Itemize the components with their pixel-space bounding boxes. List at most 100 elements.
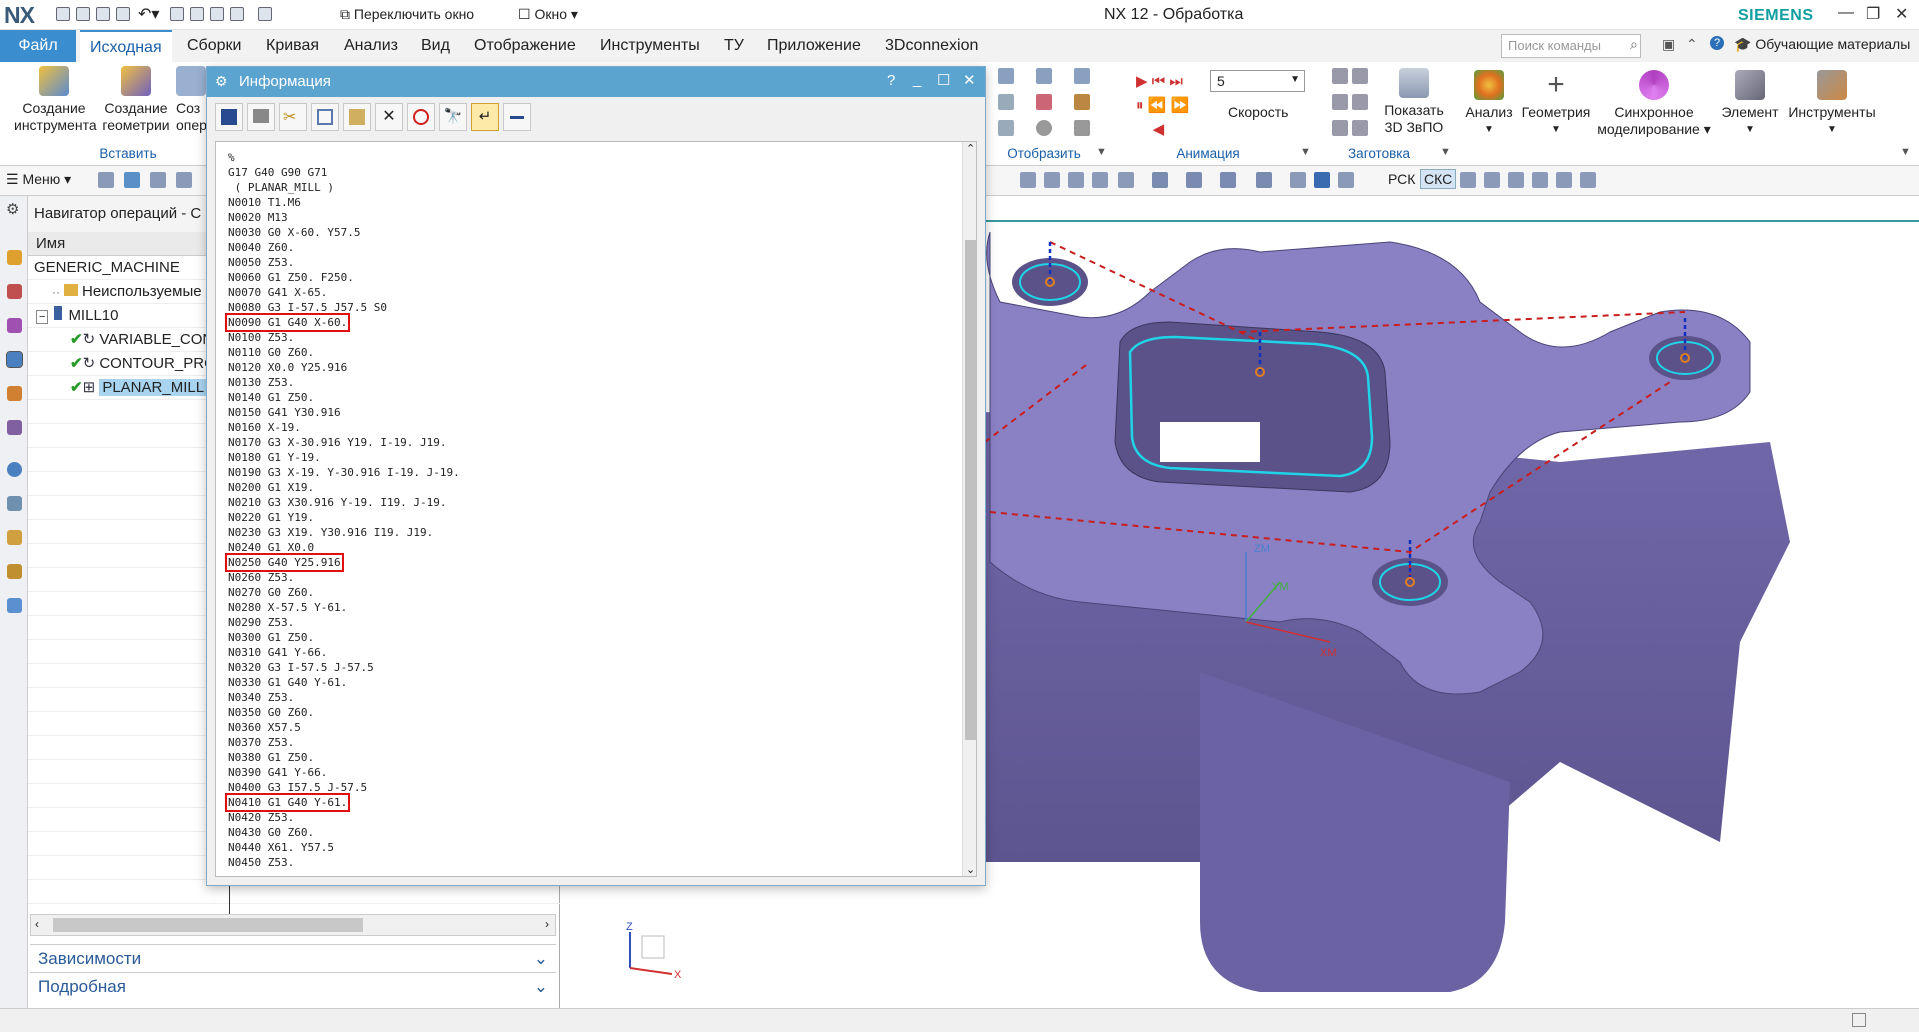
show-3d-ipw-button[interactable]: Показать 3D ЗвПО — [1374, 68, 1454, 136]
selection-mode-icon[interactable] — [150, 172, 166, 188]
blank-icon-1[interactable] — [1332, 68, 1348, 84]
info-find-button[interactable]: 🔭 — [439, 103, 467, 131]
view-pan-icon[interactable] — [1092, 172, 1108, 188]
resource-roles-icon[interactable] — [7, 420, 22, 435]
blank-icon-5[interactable] — [1332, 120, 1348, 136]
tab-tu[interactable]: ТУ — [724, 30, 744, 62]
ribbon-expand-icon[interactable]: ▼ — [1900, 146, 1911, 158]
blank-icon-3[interactable] — [1332, 94, 1348, 110]
geometry-button[interactable]: + Геометрия ▼ — [1520, 70, 1592, 138]
wcs-tool-6-icon[interactable] — [1580, 172, 1596, 188]
learning-button[interactable]: 🎓 Обучающие материалы — [1734, 36, 1910, 53]
view-layer-icon[interactable] — [1186, 172, 1202, 188]
info-copy-button[interactable] — [311, 103, 339, 131]
display-icon-5[interactable] — [1036, 94, 1052, 110]
display-icon-6[interactable] — [1074, 94, 1090, 110]
resource-web-icon[interactable] — [7, 496, 22, 511]
stop-icon[interactable]: ◀ — [1136, 118, 1189, 142]
status-panel-icon[interactable] — [1852, 1013, 1866, 1027]
view-section-icon[interactable] — [1220, 172, 1236, 188]
copy2-icon[interactable] — [190, 7, 204, 21]
resource-reuse-icon[interactable] — [7, 386, 22, 401]
animation-group-expand-icon[interactable]: ▼ — [1300, 146, 1311, 158]
tab-analysis[interactable]: Анализ — [344, 30, 398, 62]
info-select-button[interactable] — [407, 103, 435, 131]
paste2-icon[interactable] — [210, 7, 224, 21]
minimize-button[interactable]: — — [1838, 4, 1854, 22]
info-print-button[interactable] — [247, 103, 275, 131]
scroll-right-icon[interactable]: › — [545, 917, 549, 931]
resource-assembly-icon[interactable] — [7, 284, 22, 299]
navigator-horizontal-scrollbar[interactable]: ‹ › — [30, 914, 556, 936]
tab-view[interactable]: Вид — [421, 30, 450, 62]
display-icon-1[interactable] — [998, 68, 1014, 84]
create-geometry-button[interactable]: Создание геометрии — [100, 66, 172, 134]
paste-icon[interactable] — [116, 7, 130, 21]
resource-machine-icon[interactable] — [7, 318, 22, 333]
information-dialog[interactable]: ⚙ Информация ? _ ☐ ✕ ✂ ✕ 🔭 ↵ % G17 G40 G9… — [206, 66, 986, 886]
wcs-tool-1-icon[interactable] — [1460, 172, 1476, 188]
view-shade-icon[interactable] — [1314, 172, 1330, 188]
selection-other-icon[interactable] — [176, 172, 192, 188]
view-rotate-icon[interactable] — [1068, 172, 1084, 188]
settings-gear-icon[interactable]: ⚙ — [6, 200, 19, 218]
display-icon-9[interactable] — [1074, 120, 1090, 136]
info-paste-button[interactable] — [343, 103, 371, 131]
display-icon-4[interactable] — [998, 94, 1014, 110]
search-icon[interactable]: ⌕ — [1630, 36, 1638, 53]
wcs-tool-4-icon[interactable] — [1532, 172, 1548, 188]
resource-palette-icon[interactable] — [7, 530, 22, 545]
info-save-button[interactable] — [215, 103, 243, 131]
info-text-area[interactable]: % G17 G40 G90 G71 ( PLANAR_MILL ) N0010 T1… — [215, 141, 977, 877]
save-icon[interactable] — [56, 7, 70, 21]
wcs-tool-2-icon[interactable] — [1484, 172, 1500, 188]
resource-system-icon[interactable] — [7, 564, 22, 579]
dialog-maximize-button[interactable]: ☐ — [937, 71, 950, 89]
info-vertical-scrollbar[interactable]: ⌃ ⌄ — [962, 142, 976, 876]
sync-modeling-button[interactable]: Синхронное моделирование ▾ — [1596, 70, 1712, 138]
view-orient-icon[interactable] — [1152, 172, 1168, 188]
command-search-input[interactable]: Поиск команды — [1501, 34, 1641, 58]
wcs-tool-5-icon[interactable] — [1556, 172, 1572, 188]
view-light-icon[interactable] — [1256, 172, 1272, 188]
scrollbar-thumb[interactable] — [965, 240, 976, 740]
analysis-button[interactable]: Анализ ▼ — [1462, 70, 1516, 138]
menu-button[interactable]: ☰ Меню ▾ — [6, 171, 71, 188]
scroll-left-icon[interactable]: ‹ — [35, 917, 39, 931]
blank-icon-4[interactable] — [1352, 94, 1368, 110]
tab-assemblies[interactable]: Сборки — [187, 30, 241, 62]
tab-tools[interactable]: Инструменты — [600, 30, 700, 62]
view-fit-icon[interactable] — [1020, 172, 1036, 188]
scrollbar-thumb[interactable] — [53, 918, 363, 932]
selection-filter-icon[interactable] — [98, 172, 114, 188]
display-icon-7[interactable] — [998, 120, 1014, 136]
tab-curve[interactable]: Кривая — [266, 30, 319, 62]
tab-home[interactable]: Исходная — [80, 30, 172, 62]
blank-group-expand-icon[interactable]: ▼ — [1440, 146, 1451, 158]
undo-icon[interactable]: ↶▾ — [138, 4, 159, 24]
info-collapse-button[interactable] — [503, 103, 531, 131]
step-icon[interactable]: ⏸ ⏪ ⏩ — [1136, 94, 1189, 118]
details-section[interactable]: Подробная ⌄ — [30, 972, 556, 1000]
collapse-icon[interactable]: − — [36, 310, 49, 324]
dialog-minimize-button[interactable]: _ — [913, 71, 921, 88]
resource-process-icon[interactable] — [7, 598, 22, 613]
resource-part-icon[interactable] — [7, 250, 22, 265]
switch-window-button[interactable]: ⧉ Переключить окно — [340, 6, 474, 23]
blank-icon-2[interactable] — [1352, 68, 1368, 84]
wcs-tool-3-icon[interactable] — [1508, 172, 1524, 188]
create-operation-button[interactable]: Соз опер — [176, 66, 206, 134]
info-delete-button[interactable]: ✕ — [375, 103, 403, 131]
save-all-icon[interactable] — [76, 7, 90, 21]
dialog-help-button[interactable]: ? — [887, 72, 895, 89]
cut-icon[interactable] — [170, 7, 184, 21]
info-cut-button[interactable]: ✂ — [279, 103, 307, 131]
view-wire-icon[interactable] — [1338, 172, 1354, 188]
tab-application[interactable]: Приложение — [767, 30, 861, 62]
file-tab[interactable]: Файл — [0, 30, 76, 62]
column-divider[interactable] — [229, 884, 230, 914]
element-button[interactable]: Элемент ▼ — [1716, 70, 1784, 138]
dependencies-section[interactable]: Зависимости ⌄ — [30, 944, 556, 972]
info-wrap-button[interactable]: ↵ — [471, 103, 499, 131]
view-tool-icon[interactable] — [1290, 172, 1306, 188]
